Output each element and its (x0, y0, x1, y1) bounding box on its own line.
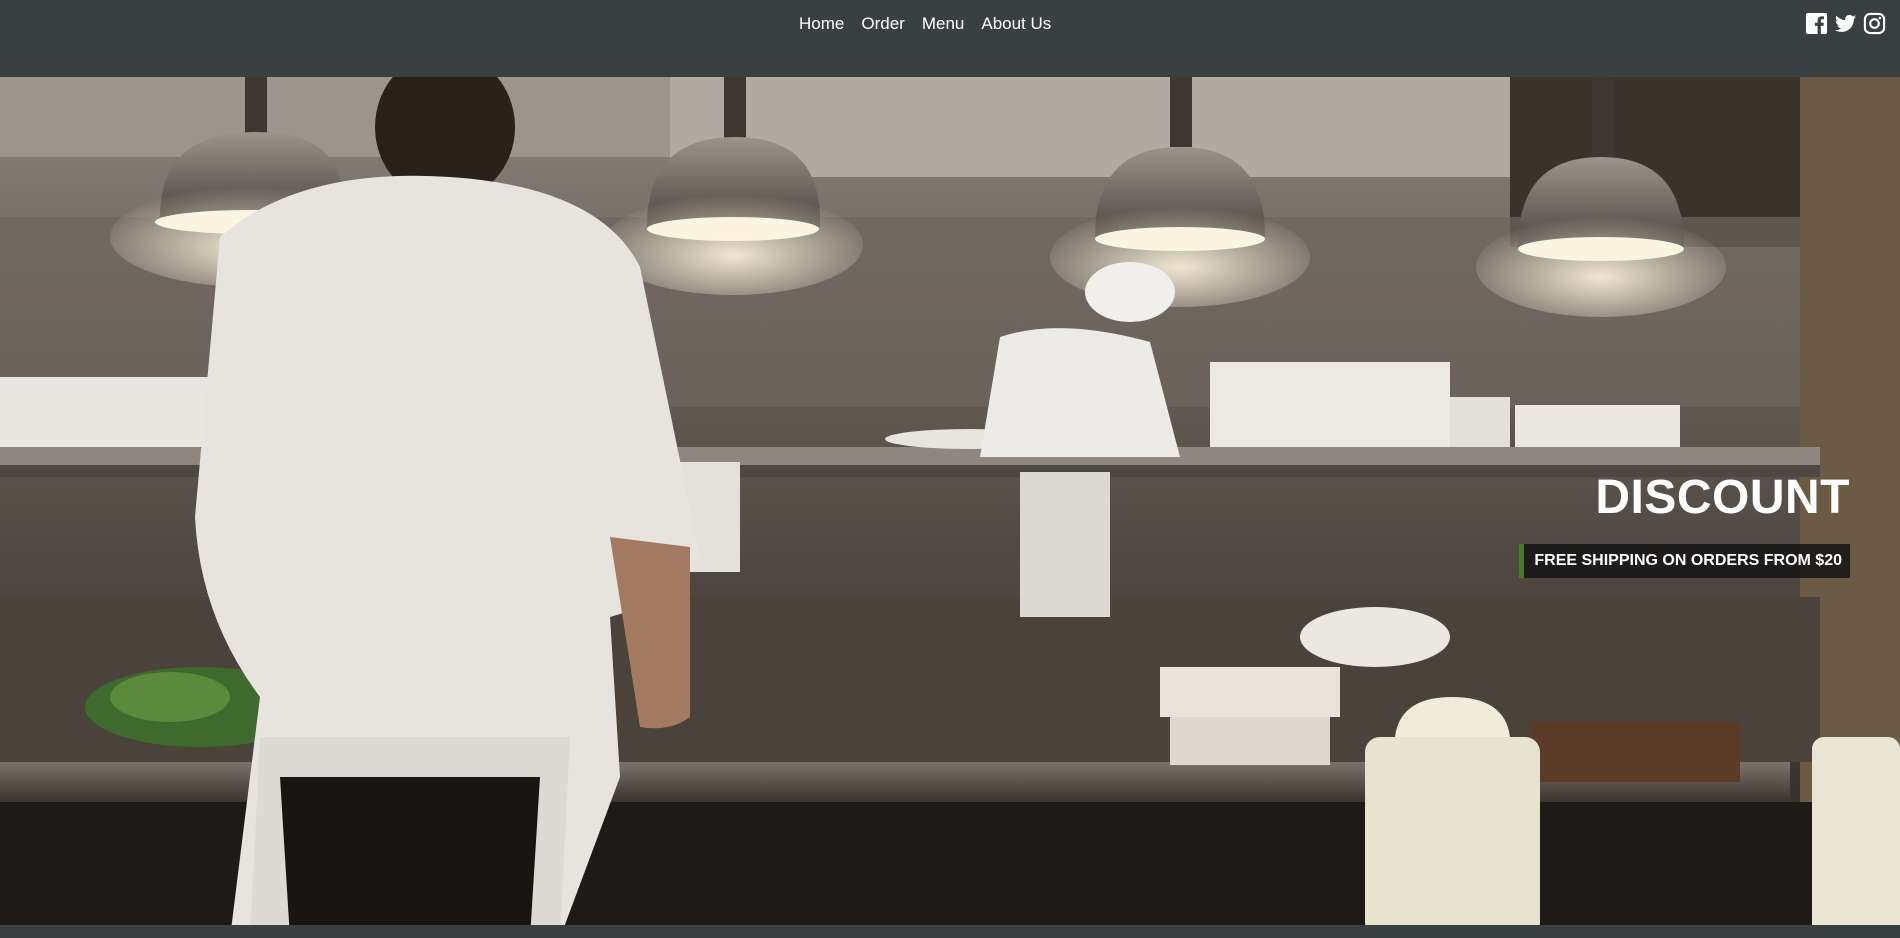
nav-link-menu[interactable]: Menu (922, 14, 965, 34)
twitter-icon[interactable] (1834, 12, 1857, 35)
instagram-icon[interactable] (1863, 12, 1886, 35)
social-links (1805, 12, 1886, 35)
bottom-strip (0, 925, 1900, 938)
promo-title: DISCOUNT (1595, 471, 1850, 524)
promo-subtitle-badge: FREE SHIPPING ON ORDERS FROM $20 (1519, 544, 1850, 578)
nav-link-home[interactable]: Home (799, 14, 844, 34)
nav-link-about-us[interactable]: About Us (981, 14, 1051, 34)
nav-link-order[interactable]: Order (861, 14, 904, 34)
top-navbar: Home Order Menu About Us (0, 0, 1900, 77)
facebook-icon[interactable] (1805, 12, 1828, 35)
main-nav: Home Order Menu About Us (799, 14, 1068, 34)
promo-block: DISCOUNT FREE SHIPPING ON ORDERS FROM $2… (1519, 474, 1850, 578)
hero-banner: DISCOUNT FREE SHIPPING ON ORDERS FROM $2… (0, 77, 1900, 938)
